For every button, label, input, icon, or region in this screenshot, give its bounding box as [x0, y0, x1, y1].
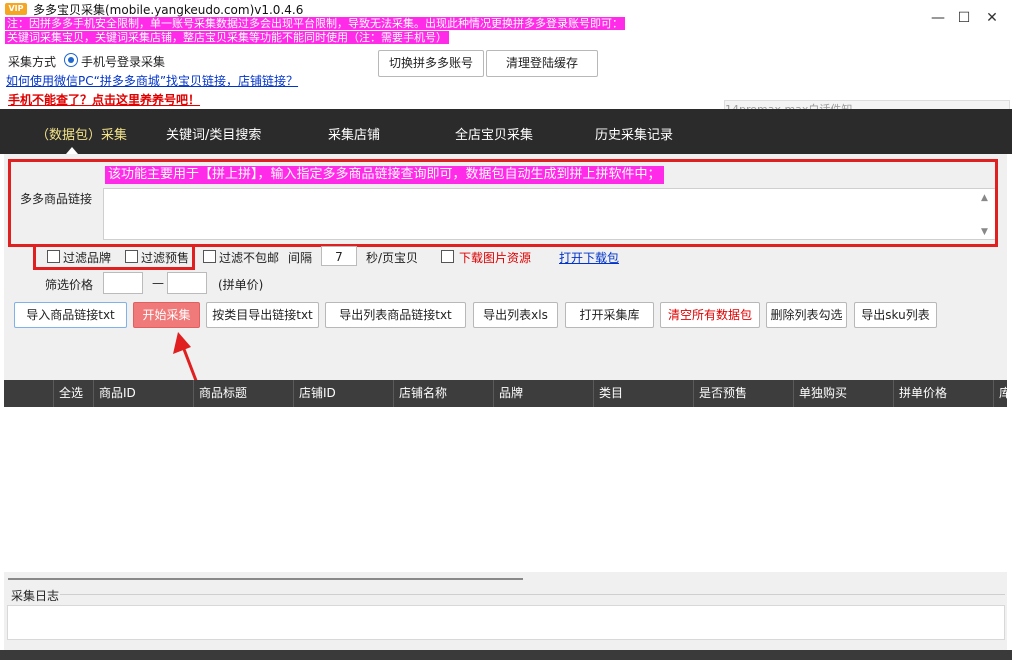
- column-header-single-buy[interactable]: 单独购买: [793, 380, 893, 407]
- delete-checked-button[interactable]: 删除列表勾选: [766, 302, 847, 328]
- start-collect-button[interactable]: 开始采集: [133, 302, 200, 328]
- import-links-button[interactable]: 导入商品链接txt: [14, 302, 127, 328]
- product-link-label: 多多商品链接: [20, 192, 93, 206]
- column-header-select-all[interactable]: 全选: [53, 380, 93, 407]
- interval-input[interactable]: 7: [321, 246, 357, 266]
- log-divider: [60, 594, 1005, 595]
- interval-unit-label: 秒/页宝贝: [366, 251, 419, 265]
- raise-account-link[interactable]: 手机不能查了？点击这里养养号吧！: [8, 91, 200, 108]
- function-tip-banner: 该功能主要用于【拼上拼】，输入指定多多商品链接查询即可，数据包自动生成到拼上拼软…: [105, 166, 664, 184]
- horizontal-scrollbar-thumb[interactable]: [8, 578, 523, 580]
- download-images-label[interactable]: 下载图片资源: [459, 249, 531, 266]
- notice-line-2: 关键词采集宝贝，关键词采集店铺，整店宝贝采集等功能不能同时使用（注：需要手机号）: [5, 31, 449, 44]
- phone-login-radio[interactable]: [64, 53, 78, 67]
- column-header-shop-id[interactable]: 店铺ID: [293, 380, 393, 407]
- collect-mode-label: 采集方式: [8, 55, 57, 69]
- wechat-help-link[interactable]: 如何使用微信PC“拼多多商城”找宝贝链接，店铺链接？: [6, 72, 298, 89]
- open-download-folder-link[interactable]: 打开下载包: [559, 249, 619, 266]
- export-sku-button[interactable]: 导出sku列表: [854, 302, 937, 328]
- column-header-presale[interactable]: 是否预售: [693, 380, 793, 407]
- collect-log-area[interactable]: [7, 605, 1005, 640]
- phone-login-radio-label[interactable]: 手机号登录采集: [81, 53, 165, 70]
- collect-log-label: 采集日志: [11, 589, 60, 603]
- notice-line-1: 注：因拼多多手机安全限制，单一账号采集数据过多会出现平台限制，导致无法采集。出现…: [5, 17, 625, 30]
- column-header-shop-name[interactable]: 店铺名称: [393, 380, 493, 407]
- price-unit-label: (拼单价): [218, 278, 264, 292]
- column-header-blank: [4, 380, 53, 407]
- table-body[interactable]: [4, 407, 1007, 572]
- column-header-product-title[interactable]: 商品标题: [193, 380, 293, 407]
- column-header-product-id[interactable]: 商品ID: [93, 380, 193, 407]
- tab-keyword-category-search[interactable]: 关键词/类目搜索: [166, 124, 261, 143]
- column-header-category[interactable]: 类目: [593, 380, 693, 407]
- column-header-group-price[interactable]: 拼单价格: [893, 380, 993, 407]
- clear-login-cache-button[interactable]: 清理登陆缓存: [486, 50, 598, 77]
- interval-label: 间隔: [288, 251, 313, 265]
- highlight-box-filters: [33, 244, 195, 270]
- open-library-button[interactable]: 打开采集库: [565, 302, 654, 328]
- price-filter-label: 筛选价格: [45, 278, 94, 292]
- bottom-background-strip: [0, 650, 1012, 660]
- export-xls-button[interactable]: 导出列表xls: [473, 302, 558, 328]
- switch-account-button[interactable]: 切换拼多多账号: [378, 50, 484, 77]
- tab-data-package-collect[interactable]: （数据包）采集: [36, 124, 127, 143]
- table-header: 全选 商品ID 商品标题 店铺ID 店铺名称 品牌 类目 是否预售 单独购买 拼…: [4, 380, 1007, 407]
- price-range-dash: —: [152, 276, 164, 290]
- active-tab-caret-icon: [66, 147, 78, 154]
- export-by-category-button[interactable]: 按类目导出链接txt: [206, 302, 319, 328]
- filter-no-free-shipping-label[interactable]: 过滤不包邮: [219, 249, 279, 266]
- download-images-checkbox[interactable]: [441, 250, 454, 263]
- column-header-stock[interactable]: 库: [993, 380, 1007, 407]
- window-title: 多多宝贝采集(mobile.yangkeudo.com)v1.0.4.6: [33, 3, 304, 17]
- minimize-button[interactable]: —: [926, 8, 950, 28]
- tab-collect-shop[interactable]: 采集店铺: [328, 124, 380, 143]
- clear-all-data-button[interactable]: 清空所有数据包: [660, 302, 760, 328]
- export-list-links-button[interactable]: 导出列表商品链接txt: [325, 302, 466, 328]
- column-header-brand[interactable]: 品牌: [493, 380, 593, 407]
- tab-whole-shop-collect[interactable]: 全店宝贝采集: [455, 124, 533, 143]
- maximize-button[interactable]: ☐: [952, 8, 976, 28]
- filter-no-free-shipping-checkbox[interactable]: [203, 250, 216, 263]
- price-min-input[interactable]: [103, 272, 143, 294]
- vip-badge: VIP: [5, 3, 27, 15]
- close-button[interactable]: ✕: [980, 8, 1004, 28]
- tab-history-records[interactable]: 历史采集记录: [595, 124, 673, 143]
- price-max-input[interactable]: [167, 272, 207, 294]
